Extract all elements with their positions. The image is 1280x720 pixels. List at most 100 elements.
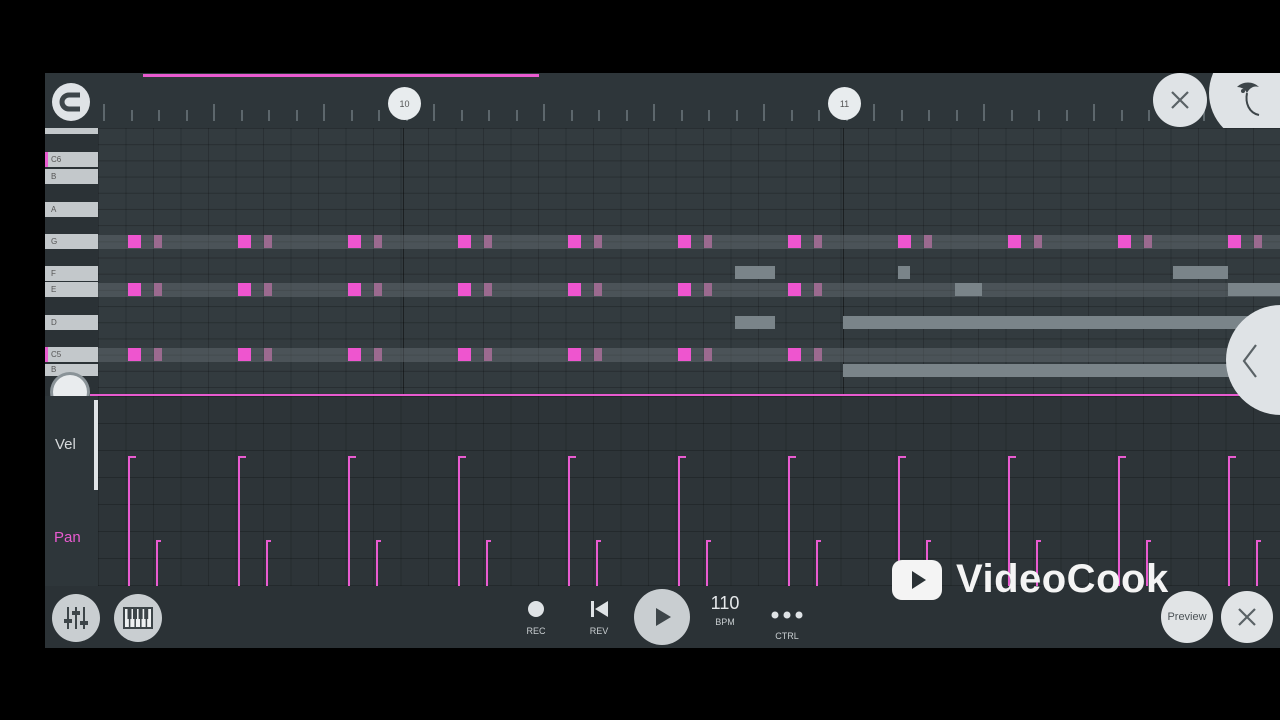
- note[interactable]: [843, 316, 1280, 329]
- note[interactable]: [1008, 235, 1021, 248]
- note[interactable]: [704, 348, 712, 361]
- note[interactable]: [594, 235, 602, 248]
- note[interactable]: [484, 348, 492, 361]
- velocity-bar[interactable]: [1228, 456, 1236, 586]
- note[interactable]: [843, 364, 1280, 377]
- tempo-control[interactable]: 110 BPM: [705, 593, 745, 627]
- note[interactable]: [128, 348, 141, 361]
- note[interactable]: [484, 283, 492, 296]
- velocity-lane-tab[interactable]: Vel: [55, 436, 76, 453]
- note[interactable]: [735, 316, 775, 329]
- piano-roll-button[interactable]: [114, 594, 162, 642]
- note[interactable]: [678, 283, 691, 296]
- piano-key-c5[interactable]: C5: [45, 347, 98, 362]
- piano-key-g5[interactable]: G: [45, 234, 98, 249]
- bar-marker-11[interactable]: 11: [828, 87, 861, 120]
- note[interactable]: [594, 283, 602, 296]
- note[interactable]: [704, 235, 712, 248]
- velocity-bar[interactable]: [568, 456, 576, 586]
- close-piano-roll-button[interactable]: [1153, 73, 1207, 127]
- note[interactable]: [814, 348, 822, 361]
- velocity-bar[interactable]: [816, 540, 821, 586]
- note[interactable]: [458, 283, 471, 296]
- note[interactable]: [238, 348, 251, 361]
- note[interactable]: [458, 348, 471, 361]
- play-button[interactable]: [634, 589, 690, 645]
- note[interactable]: [264, 283, 272, 296]
- note[interactable]: [594, 348, 602, 361]
- piano-key-a5[interactable]: A: [45, 202, 98, 217]
- piano-key-partial[interactable]: [45, 128, 98, 134]
- note[interactable]: [1144, 235, 1152, 248]
- bar-marker-10[interactable]: 10: [388, 87, 421, 120]
- velocity-bar[interactable]: [376, 540, 381, 586]
- timeline-ruler[interactable]: 10 11: [45, 73, 1280, 143]
- note[interactable]: [348, 283, 361, 296]
- note[interactable]: [814, 235, 822, 248]
- note[interactable]: [264, 348, 272, 361]
- piano-key-f5[interactable]: F: [45, 266, 98, 281]
- record-button[interactable]: REC: [521, 600, 551, 636]
- snap-magnet-button[interactable]: [52, 83, 90, 121]
- note[interactable]: [678, 348, 691, 361]
- piano-key-c6[interactable]: C6: [45, 152, 98, 167]
- note[interactable]: [568, 283, 581, 296]
- note[interactable]: [238, 283, 251, 296]
- note-grid[interactable]: [98, 128, 1280, 394]
- piano-key-b5[interactable]: B: [45, 169, 98, 184]
- piano-keyboard[interactable]: C6 B A G F E D C5 B: [45, 128, 98, 393]
- controls-button[interactable]: CTRL: [769, 606, 805, 641]
- note[interactable]: [814, 283, 822, 296]
- note[interactable]: [348, 348, 361, 361]
- note[interactable]: [1034, 235, 1042, 248]
- close-button[interactable]: [1221, 591, 1273, 643]
- note[interactable]: [1228, 235, 1241, 248]
- note[interactable]: [264, 235, 272, 248]
- velocity-bar[interactable]: [128, 456, 136, 586]
- note[interactable]: [924, 235, 932, 248]
- note[interactable]: [735, 266, 775, 279]
- velocity-bar[interactable]: [788, 456, 796, 586]
- note[interactable]: [788, 283, 801, 296]
- note[interactable]: [374, 348, 382, 361]
- note[interactable]: [154, 348, 162, 361]
- note[interactable]: [154, 235, 162, 248]
- mixer-button[interactable]: [52, 594, 100, 642]
- velocity-bar[interactable]: [1256, 540, 1261, 586]
- note[interactable]: [458, 235, 471, 248]
- note[interactable]: [788, 235, 801, 248]
- velocity-bar[interactable]: [266, 540, 271, 586]
- note[interactable]: [154, 283, 162, 296]
- rewind-button[interactable]: REV: [584, 600, 614, 636]
- velocity-bar[interactable]: [706, 540, 711, 586]
- note[interactable]: [1173, 266, 1228, 279]
- note[interactable]: [898, 266, 910, 279]
- note[interactable]: [704, 283, 712, 296]
- velocity-bar[interactable]: [678, 456, 686, 586]
- note[interactable]: [568, 235, 581, 248]
- note[interactable]: [1228, 283, 1280, 296]
- piano-key-d5[interactable]: D: [45, 315, 98, 330]
- note[interactable]: [128, 235, 141, 248]
- note[interactable]: [374, 235, 382, 248]
- note[interactable]: [128, 283, 141, 296]
- note[interactable]: [348, 235, 361, 248]
- note[interactable]: [568, 348, 581, 361]
- note[interactable]: [788, 348, 801, 361]
- note[interactable]: [374, 283, 382, 296]
- note[interactable]: [484, 235, 492, 248]
- pan-lane-tab[interactable]: Pan: [54, 529, 81, 546]
- note[interactable]: [1254, 235, 1262, 248]
- velocity-bar[interactable]: [348, 456, 356, 586]
- note[interactable]: [238, 235, 251, 248]
- velocity-bar[interactable]: [486, 540, 491, 586]
- note[interactable]: [1118, 235, 1131, 248]
- note[interactable]: [678, 235, 691, 248]
- velocity-bar[interactable]: [458, 456, 466, 586]
- note[interactable]: [898, 235, 911, 248]
- velocity-bar[interactable]: [596, 540, 601, 586]
- note[interactable]: [955, 283, 982, 296]
- velocity-bar[interactable]: [238, 456, 246, 586]
- piano-key-e5[interactable]: E: [45, 282, 98, 297]
- velocity-bar[interactable]: [156, 540, 161, 586]
